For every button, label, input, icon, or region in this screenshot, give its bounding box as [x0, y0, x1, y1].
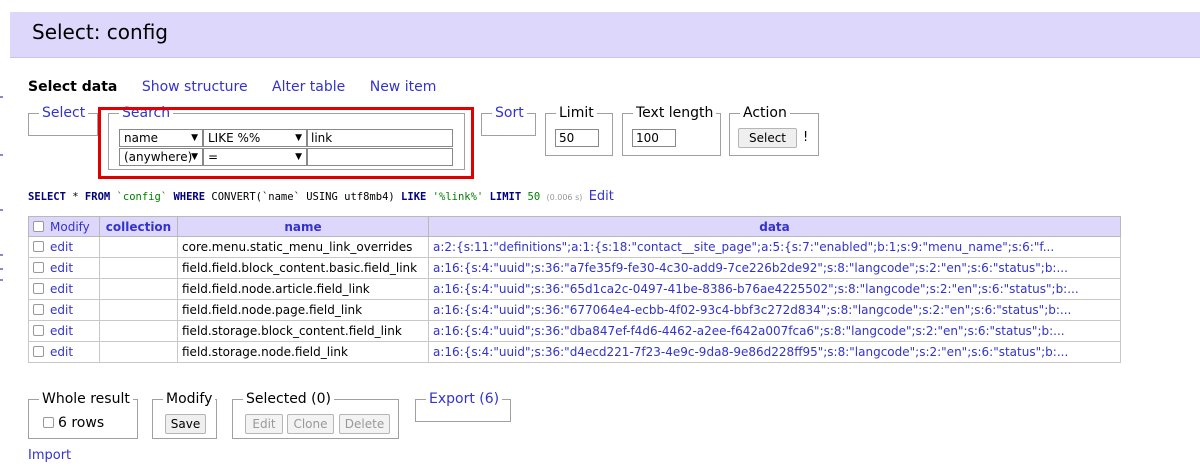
row-modify-cell: edit	[28, 320, 100, 342]
sql-query: SELECT * FROM `config` WHERE CONVERT(`na…	[28, 189, 614, 204]
table-row: edit core.menu.static_menu_link_overrides…	[28, 236, 1121, 258]
nav-new-item[interactable]: New item	[370, 79, 437, 95]
row-name: field.field.node.article.field_link	[177, 278, 429, 300]
rows-count: 6 rows	[58, 415, 105, 431]
nav-show-structure[interactable]: Show structure	[142, 79, 248, 95]
limit-input[interactable]: 50	[555, 129, 599, 147]
table-row: edit field.storage.block_content.field_li…	[28, 320, 1121, 342]
search-highlight-box	[98, 107, 474, 179]
row-checkbox[interactable]	[33, 346, 44, 357]
limit-legend: Limit	[559, 105, 594, 121]
whole-result-legend: Whole result	[42, 391, 130, 407]
row-checkbox[interactable]	[33, 304, 44, 315]
export-legend[interactable]: Export (6)	[426, 392, 502, 406]
row-checkbox[interactable]	[33, 241, 44, 252]
table-row: edit field.storage.node.field_link a:16:{s…	[28, 341, 1121, 363]
table-row: edit field.field.node.page.field_link a:16…	[28, 299, 1121, 321]
action-suffix: !	[803, 130, 809, 145]
action-legend: Action	[743, 105, 787, 121]
delete-button[interactable]: Delete	[339, 414, 390, 434]
row-name: field.field.node.page.field_link	[177, 299, 429, 321]
edit-query-link[interactable]: Edit	[589, 189, 614, 204]
row-collection	[99, 257, 178, 279]
row-modify-cell: edit	[28, 341, 100, 363]
row-edit-link[interactable]: edit	[50, 303, 73, 317]
select-legend[interactable]: Select	[39, 106, 88, 120]
row-edit-link[interactable]: edit	[50, 282, 73, 296]
sort-legend[interactable]: Sort	[492, 106, 527, 120]
row-checkbox[interactable]	[33, 262, 44, 273]
row-edit-link[interactable]: edit	[50, 324, 73, 338]
clone-button[interactable]: Clone	[287, 414, 334, 434]
row-checkbox[interactable]	[33, 325, 44, 336]
row-name: field.storage.node.field_link	[177, 341, 429, 363]
selected-legend: Selected (0)	[246, 391, 331, 407]
page-title: Select: config	[32, 20, 168, 44]
row-modify-cell: edit	[28, 257, 100, 279]
table-row: edit field.field.node.article.field_link a…	[28, 278, 1121, 300]
row-collection	[99, 299, 178, 321]
text-length-input[interactable]: 100	[632, 129, 676, 147]
header-name[interactable]: name	[177, 216, 429, 237]
export-fieldset: Export (6)	[415, 392, 511, 422]
row-collection	[99, 320, 178, 342]
save-button[interactable]: Save	[165, 414, 206, 434]
header-collection[interactable]: collection	[99, 216, 178, 237]
row-modify-cell: edit	[28, 236, 100, 258]
row-data[interactable]: a:16:{s:4:"uuid";s:36:"d4ecd221-7f23-4e9…	[428, 341, 1121, 363]
header-data[interactable]: data	[428, 216, 1121, 237]
select-all-checkbox[interactable]	[33, 220, 44, 232]
nav-select-data: Select data	[28, 79, 118, 95]
edit-selected-button[interactable]: Edit	[245, 414, 283, 434]
row-collection	[99, 278, 178, 300]
text-length-legend: Text length	[636, 105, 714, 121]
row-data[interactable]: a:16:{s:4:"uuid";s:36:"65d1ca2c-0497-41b…	[428, 278, 1121, 300]
whole-result-checkbox[interactable]	[43, 417, 54, 428]
row-name: field.storage.block_content.field_link	[177, 320, 429, 342]
header-modify[interactable]: Modify	[28, 216, 100, 237]
row-collection	[99, 341, 178, 363]
sort-fieldset: Sort	[481, 106, 536, 136]
row-data[interactable]: a:2:{s:11:"definitions";a:1:{s:18:"conta…	[428, 236, 1121, 258]
import-link[interactable]: Import	[28, 448, 71, 463]
row-name: core.menu.static_menu_link_overrides	[177, 236, 429, 258]
row-modify-cell: edit	[28, 278, 100, 300]
row-data[interactable]: a:16:{s:4:"uuid";s:36:"dba847ef-f4d6-446…	[428, 320, 1121, 342]
row-edit-link[interactable]: edit	[50, 345, 73, 359]
select-fieldset: Select	[28, 106, 98, 136]
row-data[interactable]: a:16:{s:4:"uuid";s:36:"677064e4-ecbb-4f0…	[428, 299, 1121, 321]
query-time: (0.006 s)	[546, 193, 583, 202]
page-header: Select: config	[10, 12, 1200, 58]
table-nav: Select data Show structure Alter table N…	[28, 79, 456, 95]
whole-result-option[interactable]: 6 rows	[43, 415, 104, 431]
row-checkbox[interactable]	[33, 283, 44, 294]
nav-alter-table[interactable]: Alter table	[272, 79, 345, 95]
row-name: field.field.block_content.basic.field_li…	[177, 257, 429, 279]
modify-legend: Modify	[166, 391, 213, 407]
select-submit-button[interactable]: Select	[738, 128, 797, 148]
table-row: edit field.field.block_content.basic.fiel…	[28, 257, 1121, 279]
row-modify-cell: edit	[28, 299, 100, 321]
row-data[interactable]: a:16:{s:4:"uuid";s:36:"a7fe35f9-fe30-4c3…	[428, 257, 1121, 279]
row-collection	[99, 236, 178, 258]
results-table: Modify collection name data edit core.men…	[28, 216, 1121, 363]
row-edit-link[interactable]: edit	[50, 261, 73, 275]
row-edit-link[interactable]: edit	[50, 240, 73, 254]
